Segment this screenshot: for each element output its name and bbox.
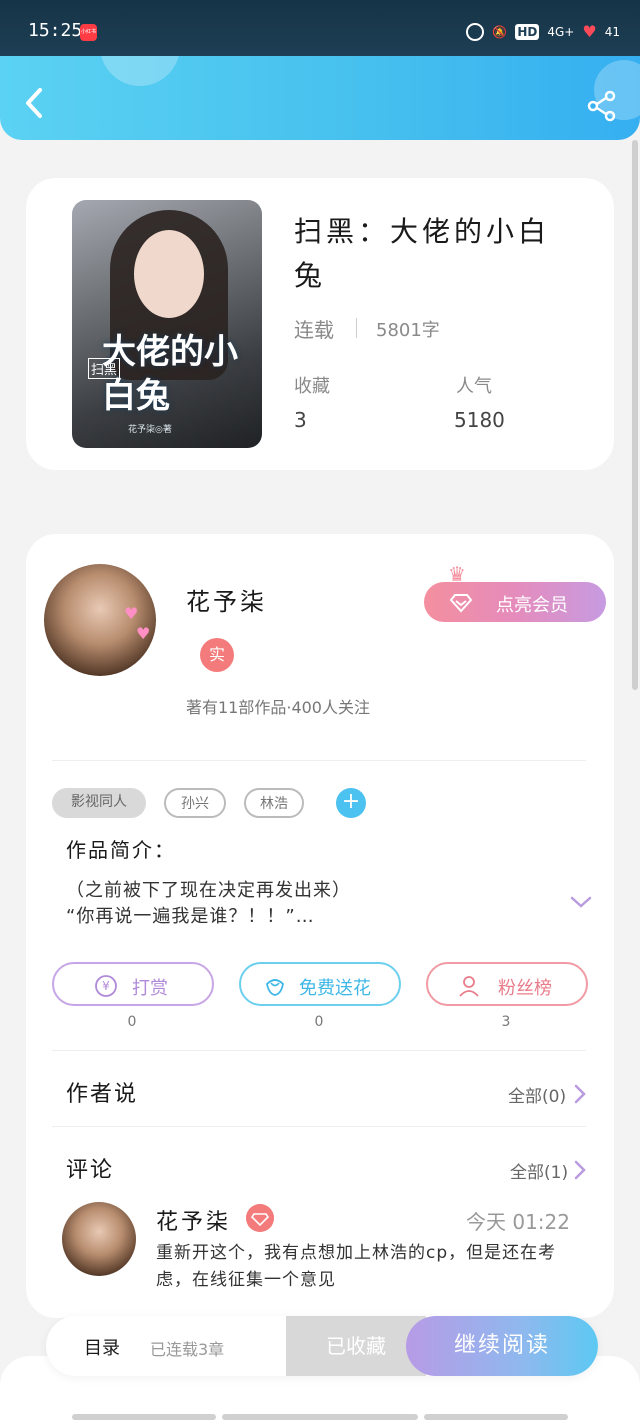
tag-character[interactable]: 孙兴 bbox=[164, 788, 226, 818]
battery-indicator: 41 bbox=[604, 24, 620, 39]
intro-line: （之前被下了现在决定再发出来） bbox=[66, 880, 351, 901]
intro-text[interactable]: （之前被下了现在决定再发出来） “你再说一遍我是谁？！！”… bbox=[66, 878, 546, 930]
send-flower-button[interactable]: 免费送花 bbox=[239, 962, 401, 1006]
book-cover[interactable]: 大佬的小白兔 扫黑 花予柒◎著 bbox=[72, 200, 262, 448]
popularity-label: 人气 bbox=[456, 376, 492, 397]
tag-character[interactable]: 林浩 bbox=[244, 788, 304, 818]
alarm-icon bbox=[466, 22, 485, 41]
comments-title: 评论 bbox=[66, 1158, 115, 1183]
comment-time: 今天 01:22 bbox=[466, 1210, 570, 1234]
back-icon[interactable] bbox=[22, 86, 46, 120]
tip-count: 0 bbox=[127, 1014, 137, 1030]
home-indicator bbox=[222, 1414, 418, 1420]
share-icon[interactable] bbox=[586, 90, 618, 122]
author-avatar[interactable]: ♥ ♥ bbox=[44, 564, 156, 676]
book-status: 连载 bbox=[294, 318, 334, 342]
collected-button[interactable]: 已收藏 bbox=[286, 1316, 426, 1376]
status-time: 15:25 bbox=[28, 20, 83, 41]
fan-ranking-button[interactable]: 粉丝榜 bbox=[426, 962, 588, 1006]
status-icons: 🔕 HD 4G+ ♥ 41 bbox=[466, 22, 620, 41]
scrollbar[interactable] bbox=[632, 140, 638, 690]
fan-ranking-label: 粉丝榜 bbox=[498, 978, 552, 999]
author-badge-icon bbox=[246, 1204, 274, 1232]
collect-value: 3 bbox=[294, 408, 307, 432]
cover-title: 大佬的小白兔 bbox=[102, 332, 238, 416]
comments-all-link[interactable]: 全部(1) bbox=[510, 1158, 568, 1183]
fan-count: 3 bbox=[501, 1014, 511, 1030]
author-name[interactable]: 花予柒 bbox=[186, 582, 267, 617]
continue-reading-button[interactable]: 继续阅读 bbox=[406, 1316, 598, 1376]
mute-icon: 🔕 bbox=[492, 24, 508, 39]
tag-genre[interactable]: 影视同人 bbox=[52, 788, 146, 818]
verified-badge: 实 bbox=[200, 638, 234, 672]
intro-title: 作品简介： bbox=[66, 838, 176, 862]
popularity-value: 5180 bbox=[454, 408, 505, 432]
diamond-icon bbox=[450, 594, 472, 613]
book-detail-card: ♥ ♥ 花予柒 实 著有11部作品·400人关注 ♛ 点亮会员 影视同人 孙兴 … bbox=[26, 534, 614, 1318]
chevron-down-icon[interactable] bbox=[570, 894, 592, 910]
svg-text:¥: ¥ bbox=[102, 979, 110, 993]
toc-button[interactable]: 目录 bbox=[84, 1334, 120, 1360]
author-says-title: 作者说 bbox=[66, 1082, 139, 1107]
cover-tag: 扫黑 bbox=[88, 358, 121, 379]
add-tag-button[interactable]: + bbox=[336, 788, 366, 818]
divider bbox=[52, 760, 586, 761]
app-header bbox=[0, 56, 640, 140]
home-indicator bbox=[424, 1414, 568, 1420]
divider bbox=[52, 1126, 586, 1127]
heart-status-icon: ♥ bbox=[582, 22, 597, 41]
divider bbox=[356, 318, 357, 338]
network-indicator: 4G+ bbox=[547, 24, 575, 39]
tip-button[interactable]: ¥ 打赏 bbox=[52, 962, 214, 1006]
collect-label: 收藏 bbox=[294, 376, 330, 397]
toc-status: 已连载3章 bbox=[150, 1340, 225, 1359]
send-flower-label: 免费送花 bbox=[299, 978, 371, 999]
heart-sticker-icon: ♥ bbox=[124, 604, 139, 623]
app-notification-icon: 小红书 bbox=[80, 24, 97, 41]
tip-label: 打赏 bbox=[132, 978, 168, 999]
chevron-right-icon[interactable] bbox=[574, 1084, 586, 1104]
intro-line: “你再说一遍我是谁？！！”… bbox=[66, 906, 315, 927]
flower-count: 0 bbox=[314, 1014, 324, 1030]
crown-icon: ♛ bbox=[448, 562, 466, 586]
status-bar: 15:25 小红书 🔕 HD 4G+ ♥ 41 bbox=[0, 0, 640, 60]
comment-author-name[interactable]: 花予柒 bbox=[156, 1204, 231, 1236]
book-info-card: 大佬的小白兔 扫黑 花予柒◎著 扫黑：大佬的小白兔 连载 5801字 收藏 3 … bbox=[26, 178, 614, 470]
comment-avatar[interactable] bbox=[62, 1202, 136, 1276]
hd-icon: HD bbox=[515, 23, 540, 40]
book-word-count: 5801字 bbox=[376, 320, 440, 341]
vip-member-button[interactable]: ♛ 点亮会员 bbox=[424, 562, 606, 622]
book-title: 扫黑：大佬的小白兔 bbox=[294, 215, 551, 292]
flower-icon bbox=[266, 979, 284, 996]
chevron-right-icon[interactable] bbox=[574, 1160, 586, 1180]
cover-author: 花予柒◎著 bbox=[128, 425, 172, 435]
bottom-action-bar: 目录 已连载3章 已收藏 继续阅读 bbox=[46, 1316, 598, 1376]
vip-button-label: 点亮会员 bbox=[496, 595, 568, 616]
author-says-all-link[interactable]: 全部(0) bbox=[508, 1082, 566, 1107]
user-icon bbox=[459, 976, 479, 997]
heart-sticker-icon: ♥ bbox=[136, 624, 151, 643]
comment-text: 重新开这个，我有点想加上林浩的cp，但是还在考虑，在线征集一个意见 bbox=[156, 1243, 557, 1290]
decor-bubble bbox=[100, 56, 180, 86]
author-stats: 著有11部作品·400人关注 bbox=[186, 698, 370, 717]
cover-figure-face bbox=[134, 230, 204, 318]
divider bbox=[52, 1050, 586, 1051]
yuan-icon: ¥ bbox=[95, 975, 117, 997]
home-indicator bbox=[72, 1414, 216, 1420]
